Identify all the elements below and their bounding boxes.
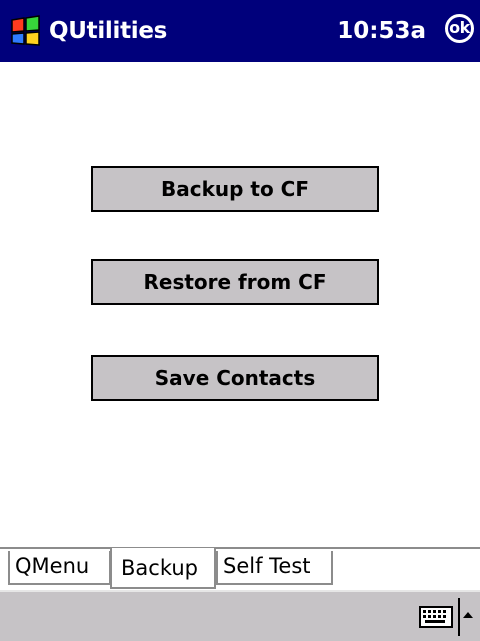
windows-flag-icon[interactable] xyxy=(9,14,42,47)
tab-self-test[interactable]: Self Test xyxy=(216,551,333,585)
up-arrow-icon[interactable] xyxy=(463,612,473,618)
tab-qmenu[interactable]: QMenu xyxy=(8,551,111,585)
tab-backup[interactable]: Backup xyxy=(110,548,216,589)
restore-from-cf-button[interactable]: Restore from CF xyxy=(91,259,379,305)
ok-button[interactable]: ok xyxy=(445,14,474,43)
backup-to-cf-button[interactable]: Backup to CF xyxy=(91,166,379,212)
clock[interactable]: 10:53a xyxy=(337,14,426,48)
save-contacts-button[interactable]: Save Contacts xyxy=(91,355,379,401)
title-bar: QUtilities 10:53a ok xyxy=(0,0,480,62)
sip-divider xyxy=(458,598,460,636)
tab-strip-divider xyxy=(0,547,480,549)
keyboard-icon[interactable] xyxy=(419,606,453,628)
tab-strip: QMenu Backup Self Test xyxy=(0,545,480,590)
app-title: QUtilities xyxy=(49,18,168,44)
command-bar xyxy=(0,590,480,641)
